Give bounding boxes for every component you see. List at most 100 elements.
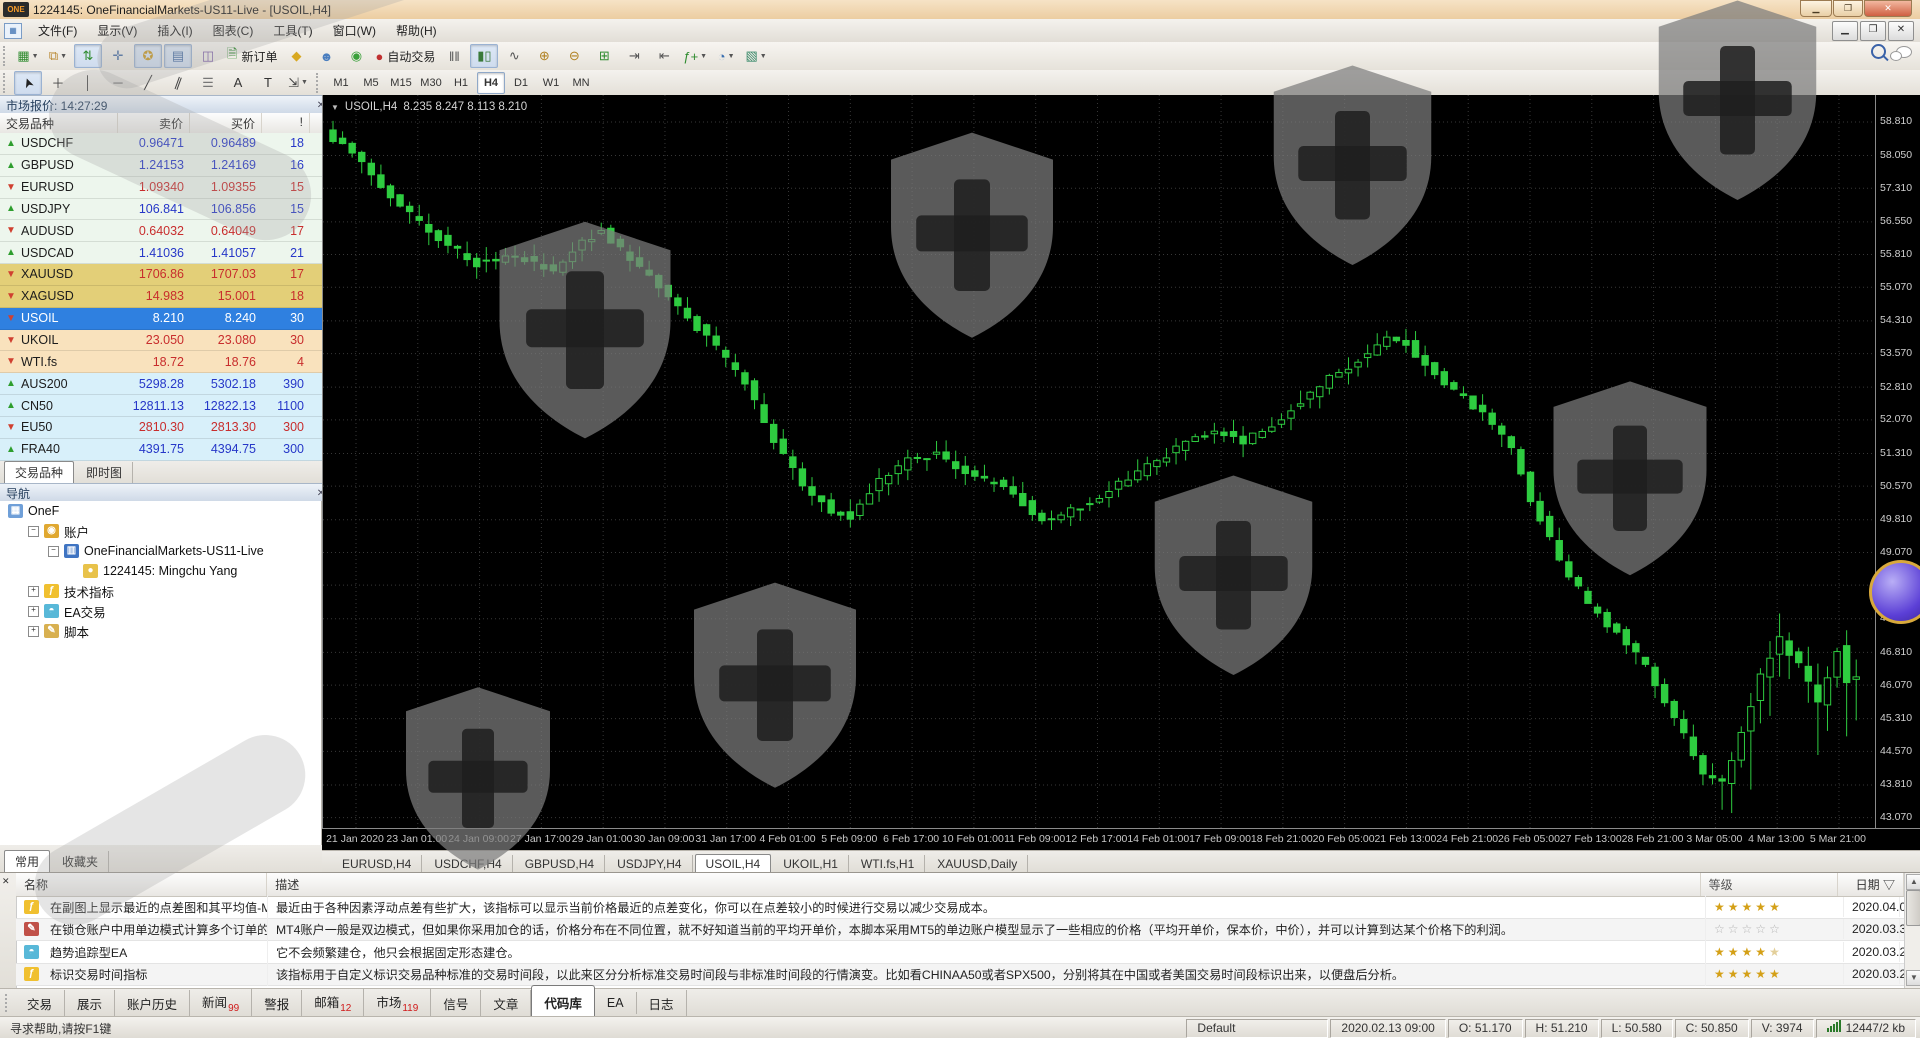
terminal-tab-邮箱[interactable]: 邮箱12	[302, 988, 365, 1018]
navigator-tab-收藏夹[interactable]: 收藏夹	[52, 851, 110, 872]
time-axis[interactable]: 21 Jan 2020 23 Jan 01:00 24 Jan 09:00 27 Ja…	[322, 828, 1920, 851]
data-window-button[interactable]: ✛	[104, 44, 132, 68]
period-button-M30[interactable]: M30	[417, 72, 445, 94]
menu-item-4[interactable]: 工具(T)	[263, 19, 322, 42]
period-button-W1[interactable]: W1	[537, 72, 565, 94]
periods-button[interactable]: ◔ ▼	[712, 44, 740, 68]
new-order-button[interactable]: 🗎 新订单	[224, 44, 280, 68]
publish-button[interactable]: ☻	[312, 44, 340, 68]
channel-button[interactable]: ∥	[164, 71, 192, 95]
period-button-M5[interactable]: M5	[357, 72, 385, 94]
auto-scroll-button[interactable]: ⇥	[620, 44, 648, 68]
market-watch-row-USDJPY[interactable]: ▲ USDJPY 106.841 106.856 15	[0, 198, 322, 221]
expand-icon[interactable]: +	[28, 625, 39, 637]
period-button-D1[interactable]: D1	[507, 72, 535, 94]
codebase-row-0[interactable]: ƒ 在副图上显示最近的点差图和其平均值-MT4指标最近由于各种因素浮动点差有些扩大…	[16, 894, 1913, 919]
price-axis[interactable]: 58.810 58.050 57.310 56.550 55.810 55.070 54.3…	[1875, 95, 1920, 828]
mdi-minimize-button[interactable]: ▁	[1832, 21, 1858, 41]
cursor-button[interactable]: ➤	[14, 70, 42, 95]
fibonacci-button[interactable]: ☰	[194, 71, 222, 95]
market-watch-tab-即时图[interactable]: 即时图	[76, 462, 134, 483]
navigator-tab-常用[interactable]: 常用	[4, 850, 51, 873]
candlestick-chart[interactable]	[323, 95, 1875, 828]
scrollbar-thumb[interactable]	[1906, 890, 1920, 926]
codebase-row-1[interactable]: ✎ 在锁仓账户中用单边模式计算多个订单的价格MT4账户一般是双边模式，但如果你采用…	[16, 917, 1913, 942]
candlestick-button[interactable]: ▮▯	[470, 44, 499, 68]
market-watch-toggle[interactable]: ⇅	[74, 44, 102, 68]
crosshair-button[interactable]: ＋	[44, 71, 72, 95]
codebase-close-icon[interactable]: ✕	[2, 876, 10, 887]
terminal-tab-市场[interactable]: 市场119	[364, 988, 432, 1018]
indicators-button[interactable]: ƒ+ ▼	[680, 44, 710, 68]
scroll-down-icon[interactable]: ▼	[1906, 970, 1920, 986]
codebase-scrollbar[interactable]: ▲ ▼	[1904, 873, 1920, 988]
terminal-tab-交易[interactable]: 交易	[15, 989, 66, 1017]
expand-icon[interactable]: +	[28, 605, 39, 617]
menu-item-0[interactable]: 文件(F)	[28, 19, 87, 42]
market-watch-column-0[interactable]: 交易品种	[0, 113, 118, 133]
market-watch-row-USDCAD[interactable]: ▲ USDCAD 1.41036 1.41057 21	[0, 242, 322, 265]
terminal-tab-新闻[interactable]: 新闻99	[190, 988, 253, 1018]
market-watch-row-FRA40[interactable]: ▲ FRA40 4391.75 4394.75 300	[0, 438, 322, 461]
text-button[interactable]: A	[224, 71, 252, 95]
period-button-H4[interactable]: H4	[477, 71, 505, 94]
market-watch-row-XAUUSD[interactable]: ▼ XAUUSD 1706.86 1707.03 17	[0, 264, 322, 286]
terminal-tab-文章[interactable]: 文章	[481, 989, 532, 1017]
chart-tab-USDCHF,H4[interactable]: USDCHF,H4	[424, 855, 513, 873]
codebase-row-2[interactable]: ◓ 趋势追踪型EA 它不会频繁建仓，他只会根据固定形态建仓。 ★★★★★ 2020.03…	[16, 939, 1913, 964]
chart-tab-WTI.fs,H1[interactable]: WTI.fs,H1	[851, 855, 926, 873]
market-watch-row-AUS200[interactable]: ▲ AUS200 5298.28 5302.18 390	[0, 373, 322, 396]
market-watch-row-EU50[interactable]: ▼ EU50 2810.30 2813.30 300	[0, 416, 322, 439]
chart-tab-GBPUSD,H4[interactable]: GBPUSD,H4	[515, 855, 606, 873]
market-watch-column-3[interactable]: !	[262, 113, 310, 133]
collapse-icon[interactable]: −	[28, 525, 39, 537]
expand-icon[interactable]: +	[28, 585, 39, 597]
tree-item-2[interactable]: − ▥ OneFinancialMarkets-US11-Live	[0, 541, 321, 561]
menu-item-6[interactable]: 帮助(H)	[386, 19, 447, 42]
codebase-column-3[interactable]: 日期 ▽	[1838, 873, 1905, 896]
tree-item-5[interactable]: + ◓ EA交易	[0, 601, 321, 621]
mdi-close-button[interactable]: ✕	[1888, 21, 1914, 41]
arrows-button[interactable]: ⇲ ▼	[284, 71, 312, 95]
new-chart-button[interactable]: ▦ ▼	[14, 44, 42, 68]
chat-icon[interactable]	[1890, 45, 1912, 61]
vertical-line-button[interactable]: │	[74, 71, 102, 95]
menu-item-3[interactable]: 图表(C)	[203, 19, 264, 42]
codebase-column-2[interactable]: 等级	[1701, 873, 1839, 896]
zoom-in-button[interactable]: ⊕	[530, 44, 558, 68]
zoom-out-button[interactable]: ⊖	[560, 44, 588, 68]
chart-window-icon[interactable]: ▦	[4, 22, 22, 39]
terminal-toggle[interactable]: ▤	[164, 44, 192, 68]
label-button[interactable]: T	[254, 71, 282, 95]
bar-chart-button[interactable]: ǁǁ	[440, 44, 468, 68]
terminal-tab-账户历史[interactable]: 账户历史	[115, 989, 191, 1017]
search-icon[interactable]	[1871, 44, 1886, 59]
restore-button[interactable]: ❐	[1833, 0, 1863, 17]
market-watch-row-USDCHF[interactable]: ▲ USDCHF 0.96471 0.96489 18	[0, 133, 322, 155]
templates-button[interactable]: ▧ ▼	[742, 44, 770, 68]
market-watch-row-CN50[interactable]: ▲ CN50 12811.13 12822.13 1100	[0, 395, 322, 417]
terminal-tab-信号[interactable]: 信号	[431, 989, 482, 1017]
menu-item-5[interactable]: 窗口(W)	[323, 19, 386, 42]
chart-tab-EURUSD,H4[interactable]: EURUSD,H4	[332, 855, 423, 873]
period-button-M1[interactable]: M1	[327, 72, 355, 94]
webinar-button[interactable]: ◉	[342, 44, 370, 68]
codebase-column-1[interactable]: 描述	[267, 873, 1701, 896]
tile-windows-button[interactable]: ⊞	[590, 44, 618, 68]
market-watch-column-2[interactable]: 买价	[190, 113, 262, 133]
status-profile[interactable]: Default	[1186, 1018, 1329, 1038]
chart-tab-USDJPY,H4[interactable]: USDJPY,H4	[607, 855, 693, 873]
horizontal-line-button[interactable]: ─	[104, 71, 132, 95]
strategy-tester-button[interactable]: ◫	[194, 44, 222, 68]
collapse-icon[interactable]: −	[48, 545, 59, 557]
tree-item-1[interactable]: − ◉ 账户	[0, 521, 321, 541]
metaeditor-button[interactable]: ◆	[282, 44, 310, 68]
terminal-tab-日志[interactable]: 日志	[637, 989, 687, 1017]
market-watch-column-1[interactable]: 卖价	[118, 113, 190, 133]
period-button-M15[interactable]: M15	[387, 72, 415, 94]
market-watch-row-XAGUSD[interactable]: ▼ XAGUSD 14.983 15.001 18	[0, 285, 322, 308]
chart-tab-XAUUSD,Daily[interactable]: XAUUSD,Daily	[927, 855, 1029, 873]
market-watch-row-UKOIL[interactable]: ▼ UKOIL 23.050 23.080 30	[0, 329, 322, 352]
tree-item-3[interactable]: ● 1224145: Mingchu Yang	[0, 561, 321, 581]
period-button-MN[interactable]: MN	[567, 72, 595, 94]
